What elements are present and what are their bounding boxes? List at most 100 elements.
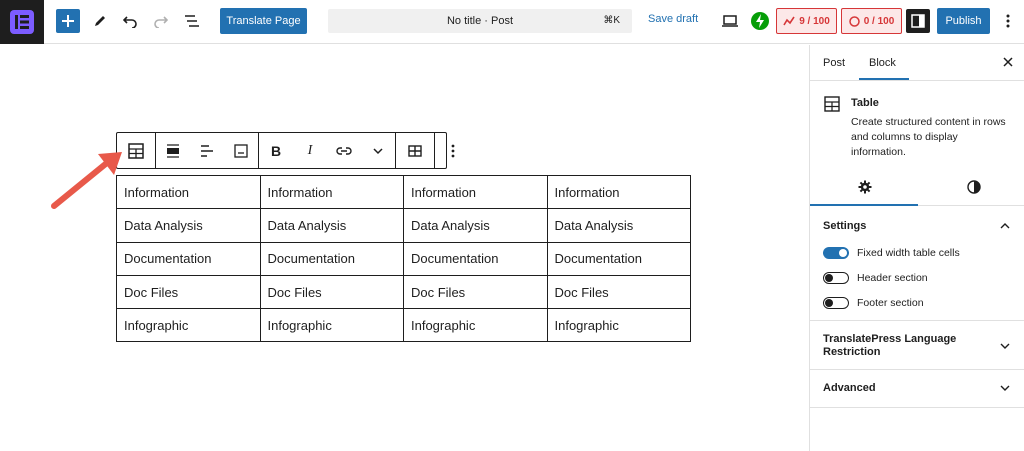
italic-button[interactable]: I (293, 133, 327, 168)
table-cell[interactable]: Data Analysis (403, 208, 548, 243)
seo-icon (783, 16, 795, 26)
bold-button[interactable]: B (259, 133, 293, 168)
link-button[interactable] (327, 133, 361, 168)
sidebar-tabs: Post Block (810, 45, 1024, 81)
table-row: Infographic Infographic Infographic Info… (116, 308, 691, 343)
active-tab-indicator (859, 78, 909, 80)
table-cell[interactable]: Data Analysis (116, 208, 261, 243)
toggle-label: Header section (857, 272, 928, 284)
publish-button[interactable]: Publish (937, 8, 990, 34)
table-cell[interactable]: Documentation (403, 241, 548, 276)
text-align-button[interactable] (190, 133, 224, 168)
table-icon (128, 142, 144, 159)
more-vertical-icon (451, 144, 455, 157)
header-section-toggle-row[interactable]: Header section (823, 272, 928, 284)
table-cell[interactable]: Documentation (259, 241, 404, 276)
tools-button[interactable] (90, 11, 110, 31)
redo-button[interactable] (151, 11, 171, 31)
preview-button[interactable] (720, 11, 740, 31)
block-options-button[interactable] (435, 133, 471, 168)
caption-button[interactable] (224, 133, 258, 168)
plus-icon (62, 15, 74, 27)
jetpack-button[interactable] (750, 11, 770, 31)
more-vertical-icon (1006, 14, 1010, 28)
tab-post[interactable]: Post (823, 57, 845, 69)
lightning-icon (751, 12, 769, 30)
link-icon (336, 146, 352, 155)
advanced-section-title[interactable]: Advanced (823, 382, 876, 394)
readability-score: 0 / 100 (863, 15, 895, 27)
edit-table-button[interactable] (396, 133, 434, 168)
table-cell[interactable]: Doc Files (259, 274, 404, 310)
align-button[interactable] (156, 133, 190, 168)
styles-tab[interactable] (967, 180, 981, 199)
table-cell[interactable]: Information (259, 174, 404, 210)
undo-icon (123, 16, 137, 28)
caption-icon (234, 143, 248, 158)
translate-page-button[interactable]: Translate Page (220, 8, 307, 34)
table-cell[interactable]: Infographic (403, 308, 548, 343)
alignment-group (156, 133, 259, 168)
footer-section-toggle[interactable] (823, 297, 849, 309)
table-block-icon (824, 96, 840, 112)
gear-icon (858, 180, 872, 194)
post-title: No title · Post (446, 15, 514, 27)
table-cell[interactable]: Doc Files (403, 274, 548, 310)
formatting-group: B I (259, 133, 396, 168)
footer-section-toggle-row[interactable]: Footer section (823, 297, 924, 309)
readability-score-button[interactable]: 0 / 100 (841, 8, 902, 34)
pencil-icon (95, 16, 105, 26)
tab-block[interactable]: Block (869, 57, 896, 69)
settings-sidebar-toggle[interactable] (906, 9, 930, 33)
save-draft-button[interactable]: Save draft (648, 13, 698, 25)
fixed-width-toggle-row[interactable]: Fixed width table cells (823, 247, 960, 259)
settings-sidebar: Post Block Table Create structured conte… (809, 45, 1024, 451)
content-table[interactable]: Information Information Information Info… (116, 174, 691, 343)
table-cell[interactable]: Doc Files (546, 274, 691, 310)
table-cell[interactable]: Doc Files (116, 274, 261, 310)
block-inspector-tabs (810, 173, 1024, 206)
chevron-up-icon[interactable] (1000, 223, 1010, 229)
advanced-section[interactable]: Advanced (810, 370, 1024, 408)
table-cell[interactable]: Infographic (259, 308, 404, 343)
readability-icon (848, 15, 860, 27)
undo-button[interactable] (120, 11, 140, 31)
translatepress-section-title[interactable]: TranslatePress Language Restriction (823, 333, 973, 359)
more-formatting-button[interactable] (361, 133, 395, 168)
table-cell[interactable]: Infographic (116, 308, 261, 343)
block-title: Table (851, 97, 879, 109)
close-sidebar-button[interactable] (1003, 55, 1013, 70)
document-overview-button[interactable] (181, 11, 203, 31)
table-row: Doc Files Doc Files Doc Files Doc Files (116, 274, 691, 310)
translatepress-section[interactable]: TranslatePress Language Restriction (810, 321, 1024, 370)
settings-section-title[interactable]: Settings (823, 220, 866, 232)
seo-score-button[interactable]: 9 / 100 (776, 8, 837, 34)
fixed-width-toggle[interactable] (823, 247, 849, 259)
settings-tab[interactable] (858, 180, 872, 199)
table-row: Data Analysis Data Analysis Data Analysi… (116, 208, 691, 243)
header-section-toggle[interactable] (823, 272, 849, 284)
command-bar[interactable]: No title · Post ⌘K (328, 9, 632, 33)
elementor-logo-icon (10, 10, 34, 34)
settings-section: Settings Fixed width table cells Header … (810, 206, 1024, 321)
table-cell[interactable]: Infographic (546, 308, 691, 343)
logo[interactable] (0, 0, 44, 44)
table-cell[interactable]: Data Analysis (546, 208, 691, 243)
table-cell[interactable]: Documentation (546, 241, 691, 276)
command-shortcut: ⌘K (603, 15, 620, 26)
chevron-down-icon[interactable] (1000, 385, 1010, 391)
options-button[interactable] (998, 11, 1018, 31)
chevron-down-icon[interactable] (1000, 343, 1010, 349)
contrast-icon (967, 180, 981, 194)
table-edit-icon (408, 144, 422, 157)
chevron-down-icon (373, 147, 383, 154)
table-cell[interactable]: Information (403, 174, 548, 210)
editor-topbar: Translate Page No title · Post ⌘K Save d… (0, 0, 1024, 44)
add-block-button[interactable] (56, 9, 80, 33)
table-cell[interactable]: Data Analysis (259, 208, 404, 243)
table-cell[interactable]: Information (116, 174, 261, 210)
bold-icon: B (270, 142, 282, 159)
table-cell[interactable]: Documentation (116, 241, 261, 276)
table-cell[interactable]: Information (546, 174, 691, 210)
table-row: Documentation Documentation Documentatio… (116, 241, 691, 276)
